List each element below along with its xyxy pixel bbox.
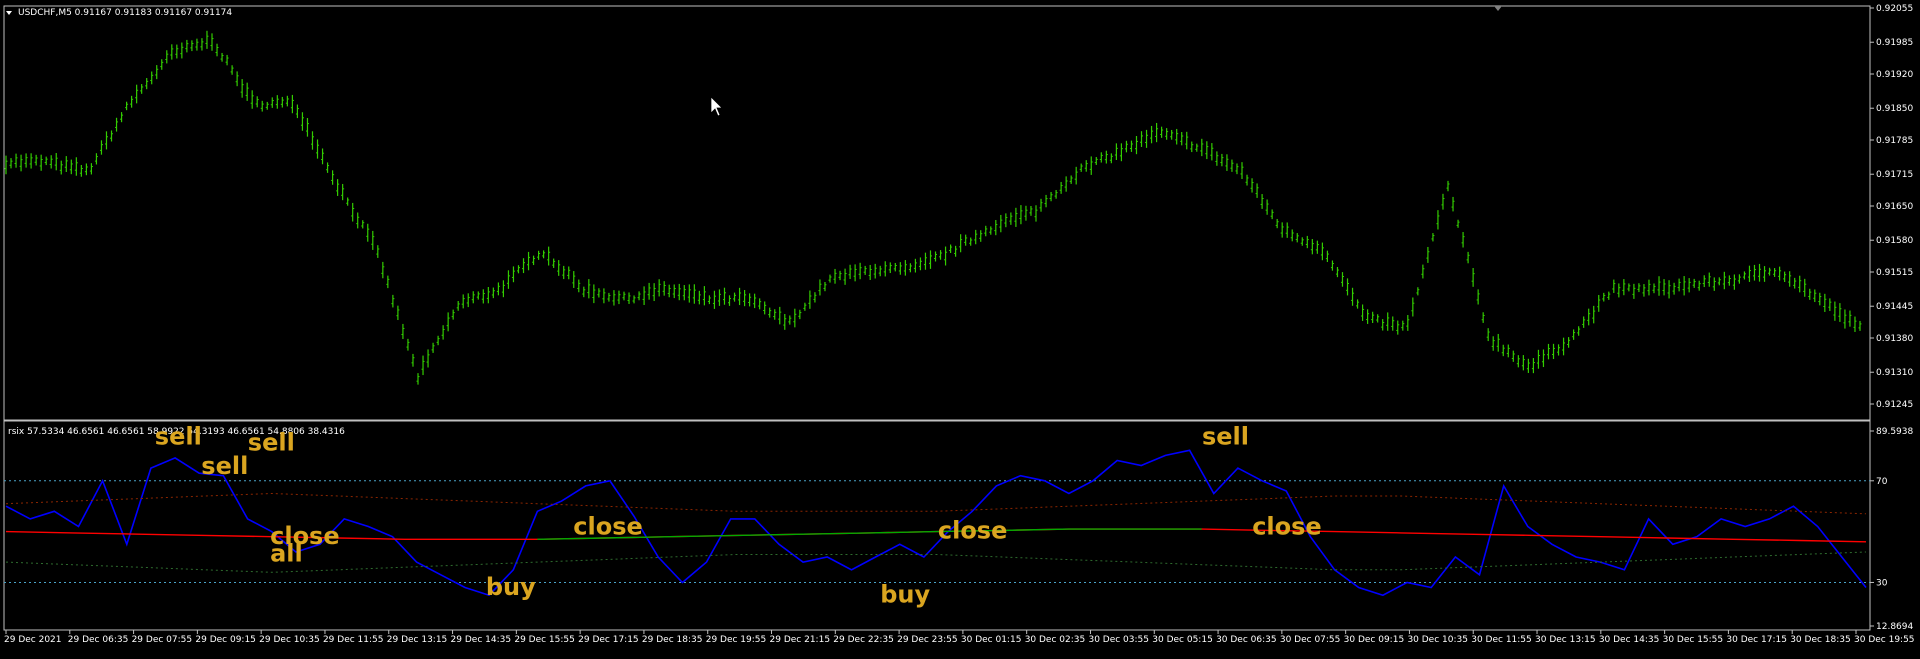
time-axis-label: 29 Dec 22:35 bbox=[833, 635, 894, 645]
chart-window: USDCHF,M5 0.91167 0.91183 0.91167 0.9117… bbox=[0, 0, 1920, 659]
signal-label-sell: sell bbox=[1202, 423, 1249, 451]
time-axis-label: 29 Dec 07:55 bbox=[132, 635, 193, 645]
price-axis-label: 0.91445 bbox=[1876, 302, 1913, 312]
indicator-axis-label: 30 bbox=[1876, 578, 1888, 588]
price-axis-label: 0.91715 bbox=[1876, 170, 1913, 180]
time-axis-label: 29 Dec 2021 bbox=[4, 635, 62, 645]
price-axis-label: 0.92055 bbox=[1876, 4, 1913, 14]
time-axis-label: 29 Dec 13:15 bbox=[387, 635, 448, 645]
time-axis-label: 29 Dec 11:55 bbox=[323, 635, 384, 645]
price-axis-label: 0.91515 bbox=[1876, 268, 1913, 278]
time-axis-label: 30 Dec 09:15 bbox=[1344, 635, 1405, 645]
signal-label-close: close bbox=[938, 516, 1008, 544]
signal-label-buy: buy bbox=[486, 573, 536, 601]
time-axis-label: 29 Dec 06:35 bbox=[68, 635, 129, 645]
time-axis-label: 30 Dec 14:35 bbox=[1599, 635, 1660, 645]
time-axis-label: 30 Dec 03:55 bbox=[1088, 635, 1149, 645]
signal-label-sell: sell bbox=[201, 452, 248, 480]
indicator-axis-label: 12.8694 bbox=[1876, 622, 1913, 632]
signal-label-close: close bbox=[573, 512, 643, 540]
price-axis-label: 0.91650 bbox=[1876, 202, 1913, 212]
price-axis-label: 0.91310 bbox=[1876, 368, 1913, 378]
time-axis-label: 29 Dec 21:15 bbox=[770, 635, 831, 645]
signal-label-close: close bbox=[1252, 512, 1322, 540]
signal-label-sell: sell bbox=[155, 423, 202, 451]
price-axis-label: 0.91920 bbox=[1876, 70, 1913, 80]
time-axis-label: 29 Dec 15:55 bbox=[514, 635, 575, 645]
time-axis-label: 29 Dec 10:35 bbox=[259, 635, 320, 645]
time-axis-label: 29 Dec 17:15 bbox=[578, 635, 639, 645]
price-axis-label: 0.91580 bbox=[1876, 236, 1913, 246]
price-axis-label: 0.91785 bbox=[1876, 136, 1913, 146]
signal-label-sell: sell bbox=[248, 428, 295, 456]
time-axis-label: 30 Dec 15:55 bbox=[1663, 635, 1724, 645]
time-axis-label: 29 Dec 09:15 bbox=[195, 635, 256, 645]
price-axis-label: 0.91850 bbox=[1876, 104, 1913, 114]
time-axis-label: 30 Dec 13:15 bbox=[1535, 635, 1596, 645]
price-axis-label: 0.91985 bbox=[1876, 38, 1913, 48]
time-axis-label: 30 Dec 06:35 bbox=[1216, 635, 1277, 645]
price-header-text: USDCHF,M5 0.91167 0.91183 0.91167 0.9117… bbox=[18, 8, 232, 18]
price-axis-label: 0.91380 bbox=[1876, 334, 1913, 344]
time-axis-label: 29 Dec 19:55 bbox=[706, 635, 767, 645]
time-axis-label: 29 Dec 18:35 bbox=[642, 635, 703, 645]
time-axis-label: 30 Dec 19:55 bbox=[1854, 635, 1915, 645]
time-axis-label: 30 Dec 01:15 bbox=[961, 635, 1022, 645]
signal-label-buy: buy bbox=[880, 581, 930, 609]
time-axis-label: 30 Dec 17:15 bbox=[1726, 635, 1787, 645]
time-axis-label: 30 Dec 02:35 bbox=[1025, 635, 1086, 645]
time-axis-label: 30 Dec 07:55 bbox=[1280, 635, 1341, 645]
time-axis-label: 29 Dec 23:55 bbox=[897, 635, 958, 645]
time-axis-label: 30 Dec 10:35 bbox=[1407, 635, 1468, 645]
signal-label-all: all bbox=[270, 540, 303, 568]
time-axis-label: 30 Dec 11:55 bbox=[1471, 635, 1532, 645]
time-axis-label: 29 Dec 14:35 bbox=[451, 635, 512, 645]
time-axis-label: 30 Dec 05:15 bbox=[1152, 635, 1213, 645]
time-axis-label: 30 Dec 18:35 bbox=[1790, 635, 1851, 645]
price-axis-label: 0.91245 bbox=[1876, 400, 1913, 410]
indicator-axis-label: 70 bbox=[1876, 477, 1888, 487]
indicator-axis-label: 89.5938 bbox=[1876, 427, 1913, 437]
